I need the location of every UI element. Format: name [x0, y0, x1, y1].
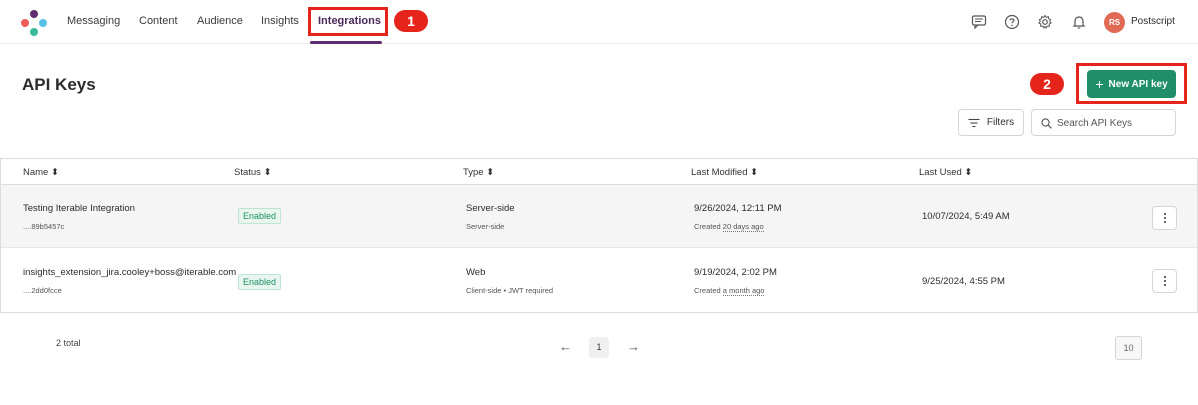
row-actions-button[interactable] — [1152, 269, 1177, 293]
column-header-last-used[interactable]: Last Used ⬍ — [919, 167, 972, 178]
column-header-name[interactable]: Name ⬍ — [23, 167, 59, 178]
annotation-badge-1: 1 — [394, 10, 428, 32]
new-api-key-label: New API key — [1108, 78, 1168, 90]
filter-icon — [968, 118, 980, 127]
annotation-badge-2: 2 — [1030, 73, 1064, 95]
key-type-detail: Server-side — [466, 222, 505, 231]
column-header-status[interactable]: Status ⬍ — [234, 167, 272, 178]
key-name: insights_extension_jira.cooley+boss@iter… — [23, 267, 237, 278]
last-modified: 9/26/2024, 12:11 PM — [694, 203, 782, 214]
last-modified: 9/19/2024, 2:02 PM — [694, 267, 777, 278]
sort-icon: ⬍ — [964, 167, 973, 178]
last-used: 9/25/2024, 4:55 PM — [922, 276, 1005, 287]
status-badge: Enabled — [238, 208, 282, 224]
nav-active-indicator — [310, 41, 382, 44]
nav-audience[interactable]: Audience — [197, 15, 243, 27]
notification-bell-icon[interactable] — [1071, 14, 1087, 30]
sort-icon: ⬍ — [750, 167, 759, 178]
api-keys-table: Name ⬍ Status ⬍ Type ⬍ Last Modified ⬍ L… — [0, 158, 1198, 313]
column-header-type[interactable]: Type ⬍ — [463, 167, 494, 178]
current-page-button[interactable]: 1 — [589, 337, 609, 358]
new-api-key-button[interactable]: + New API key — [1087, 70, 1176, 98]
created-info: Created a month ago — [694, 286, 765, 296]
kebab-menu-icon — [1163, 275, 1166, 287]
table-row[interactable]: insights_extension_jira.cooley+boss@iter… — [1, 249, 1197, 312]
key-suffix: ....89b5457c — [23, 222, 65, 231]
search-icon — [1041, 118, 1052, 129]
column-header-last-modified[interactable]: Last Modified ⬍ — [691, 167, 758, 178]
avatar[interactable]: RS — [1104, 12, 1125, 33]
nav-messaging[interactable]: Messaging — [67, 15, 120, 27]
key-name: Testing Iterable Integration — [23, 203, 135, 214]
plus-icon: + — [1095, 76, 1104, 92]
last-used: 10/07/2024, 5:49 AM — [922, 211, 1010, 222]
account-name[interactable]: Postscript — [1131, 16, 1175, 27]
sort-icon: ⬍ — [486, 167, 495, 178]
filters-button[interactable]: Filters — [958, 109, 1024, 136]
app-logo[interactable] — [21, 10, 47, 36]
kebab-menu-icon — [1163, 212, 1166, 224]
page-title: API Keys — [22, 75, 96, 94]
table-header: Name ⬍ Status ⬍ Type ⬍ Last Modified ⬍ L… — [1, 159, 1197, 185]
status-badge: Enabled — [238, 274, 282, 290]
sort-icon: ⬍ — [263, 167, 272, 178]
sort-icon: ⬍ — [50, 167, 59, 178]
created-info: Created 20 days ago — [694, 222, 764, 232]
chat-icon[interactable] — [971, 14, 987, 30]
search-api-keys-field[interactable] — [1031, 109, 1176, 136]
key-suffix: ....2dd0fcce — [23, 286, 62, 295]
row-actions-button[interactable] — [1152, 206, 1177, 230]
table-row[interactable]: Testing Iterable Integration ....89b5457… — [1, 185, 1197, 248]
annotation-box-1 — [308, 7, 388, 36]
search-input[interactable] — [1057, 115, 1171, 131]
help-icon[interactable] — [1004, 14, 1020, 30]
nav-insights[interactable]: Insights — [261, 15, 299, 27]
previous-page-arrow-icon[interactable]: ← — [559, 339, 572, 354]
page-size-select[interactable]: 10 — [1115, 336, 1142, 360]
next-page-arrow-icon[interactable]: → — [627, 339, 640, 354]
nav-content[interactable]: Content — [139, 15, 178, 27]
total-count: 2 total — [56, 338, 81, 348]
filters-label: Filters — [986, 117, 1015, 128]
settings-gear-icon[interactable] — [1037, 14, 1053, 30]
key-type: Web — [466, 267, 486, 278]
key-type: Server-side — [466, 203, 515, 214]
top-nav-bar: Messaging Content Audience Insights Inte… — [0, 0, 1198, 44]
key-type-detail: Client-side • JWT required — [466, 286, 554, 295]
